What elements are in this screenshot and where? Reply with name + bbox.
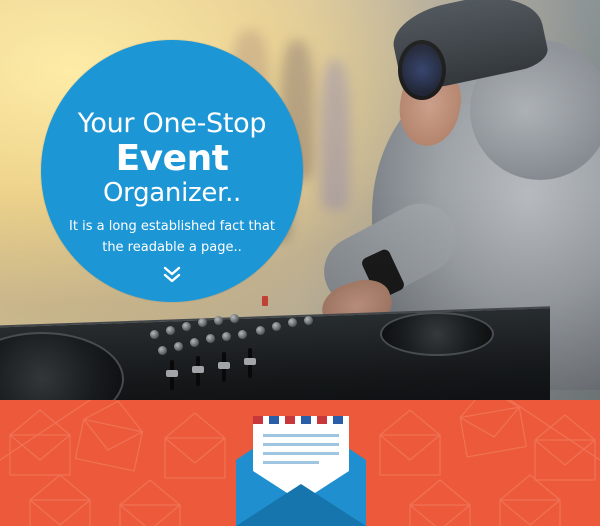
- double-chevron-down-icon[interactable]: [162, 264, 182, 284]
- headline-line-2: Event: [115, 138, 229, 179]
- headline-line-3: Organizer..: [102, 178, 241, 208]
- hero-callout-circle: Your One-Stop Event Organizer.. It is a …: [41, 40, 303, 302]
- envelope-letter-icon: [236, 416, 366, 526]
- hero-description: It is a long established fact that the r…: [69, 219, 275, 255]
- headline-line-1: Your One-Stop: [77, 108, 267, 139]
